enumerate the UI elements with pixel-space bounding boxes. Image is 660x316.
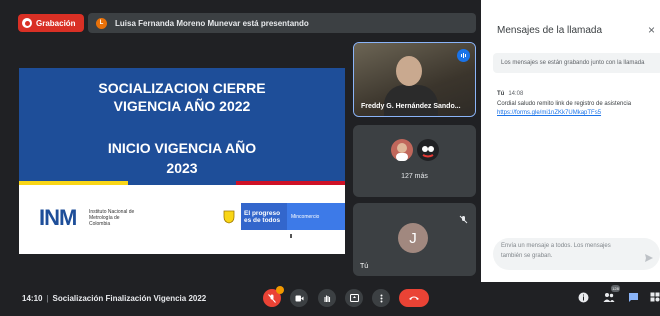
recording-indicator[interactable]: Grabación — [18, 14, 84, 32]
info-button[interactable] — [578, 290, 589, 308]
raise-hand-button[interactable] — [318, 289, 336, 307]
chat-button[interactable] — [628, 290, 639, 308]
slide-title-line4: 2023 — [166, 160, 198, 176]
self-label: Tú — [360, 263, 369, 270]
chat-input-placeholder-line1: Envía un mensaje a todos. Los mensajes — [501, 243, 611, 249]
people-button[interactable] — [603, 290, 615, 308]
activities-icon — [650, 292, 660, 302]
present-button[interactable] — [345, 289, 363, 307]
people-icon — [603, 293, 615, 302]
meeting-title: Socialización Finalización Vigencia 2022 — [52, 294, 207, 303]
slide-title-line1: SOCIALIZACION CIERRE — [98, 80, 266, 96]
send-icon[interactable] — [644, 250, 654, 268]
flag-stripe-blue — [128, 181, 236, 185]
raise-hand-icon — [324, 295, 331, 302]
presenter-avatar: L — [96, 17, 107, 29]
pointer-cursor — [290, 234, 292, 238]
speaking-icon — [457, 49, 470, 62]
presenting-banner: L Luisa Fernanda Moreno Munevar está pre… — [88, 13, 476, 33]
gov-slogan-line2: es de todos — [244, 216, 281, 224]
mic-off-icon — [459, 211, 468, 229]
activities-button[interactable] — [650, 290, 660, 308]
recording-notice: Los mensajes se están grabando junto con… — [493, 53, 660, 73]
presenting-text: Luisa Fernanda Moreno Munevar está prese… — [115, 18, 309, 28]
speaker-tile[interactable]: Freddy G. Hernández Sando... — [353, 42, 476, 117]
speaker-body — [384, 85, 438, 116]
chat-icon — [629, 293, 638, 302]
message-meta: Tú 14:08 — [497, 91, 523, 97]
gov-slogan: El progreso es de todos — [241, 203, 287, 230]
info-icon — [578, 292, 589, 303]
participant-avatar-1 — [391, 139, 413, 161]
more-options-icon — [380, 294, 382, 302]
record-icon — [22, 18, 32, 28]
warning-icon — [276, 286, 284, 294]
inm-logo: INM — [39, 205, 77, 230]
message-time: 14:08 — [508, 91, 524, 97]
message-sender: Tú — [497, 91, 505, 97]
coat-of-arms-icon — [217, 203, 241, 230]
hang-up-icon — [409, 296, 419, 300]
camera-toggle-button[interactable] — [290, 289, 308, 307]
more-options-button[interactable] — [372, 289, 390, 307]
recording-label: Grabación — [36, 18, 76, 28]
self-tile[interactable]: J Tú — [353, 203, 476, 276]
mic-off-icon — [268, 293, 276, 303]
ministry-label: Mincomercio — [287, 203, 345, 230]
shared-slide: SOCIALIZACION CIERRE VIGENCIA AÑO 2022 I… — [19, 68, 345, 254]
inm-subtitle: Instituto Nacional de Metrología de Colo… — [89, 209, 135, 227]
more-participants-tile[interactable]: 127 más — [353, 125, 476, 197]
slide-header: SOCIALIZACION CIERRE VIGENCIA AÑO 2022 I… — [19, 68, 345, 181]
gov-slogan-line1: El progreso — [244, 209, 281, 217]
hang-up-button[interactable] — [399, 289, 429, 307]
chat-panel-title: Mensajes de la llamada — [497, 25, 603, 36]
speaker-head — [396, 56, 422, 86]
present-icon — [349, 294, 359, 302]
flag-stripe-red — [236, 181, 345, 185]
chat-input-placeholder-line2: también se graban. — [501, 253, 553, 259]
chat-panel: Mensajes de la llamada × Los mensajes se… — [485, 11, 660, 278]
message-text: Cordial saludo remito link de registro d… — [497, 101, 632, 107]
chat-input[interactable]: Envía un mensaje a todos. Los mensajes t… — [493, 238, 660, 270]
camera-icon — [295, 295, 303, 301]
speaker-name: Freddy G. Hernández Sando... — [361, 103, 461, 110]
more-participants-label: 127 más — [401, 173, 428, 180]
slide-title-line2: VIGENCIA AÑO 2022 — [113, 98, 251, 114]
close-icon[interactable]: × — [648, 23, 655, 37]
meeting-info: 14:10 | Socialización Finalización Vigenci… — [22, 294, 207, 303]
message-link[interactable]: https://forms.gle/mi1nZKk7UMkapTFs5 — [497, 110, 601, 116]
slide-title-line3: INICIO VIGENCIA AÑO — [107, 140, 257, 156]
meet-window: Grabación L Luisa Fernanda Moreno Muneva… — [0, 0, 660, 316]
participant-avatar-2 — [417, 139, 439, 161]
self-avatar: J — [398, 223, 428, 253]
flag-stripe-yellow — [19, 181, 128, 185]
meeting-time: 14:10 — [22, 294, 43, 303]
government-banner: El progreso es de todos Mincomercio — [217, 203, 345, 230]
